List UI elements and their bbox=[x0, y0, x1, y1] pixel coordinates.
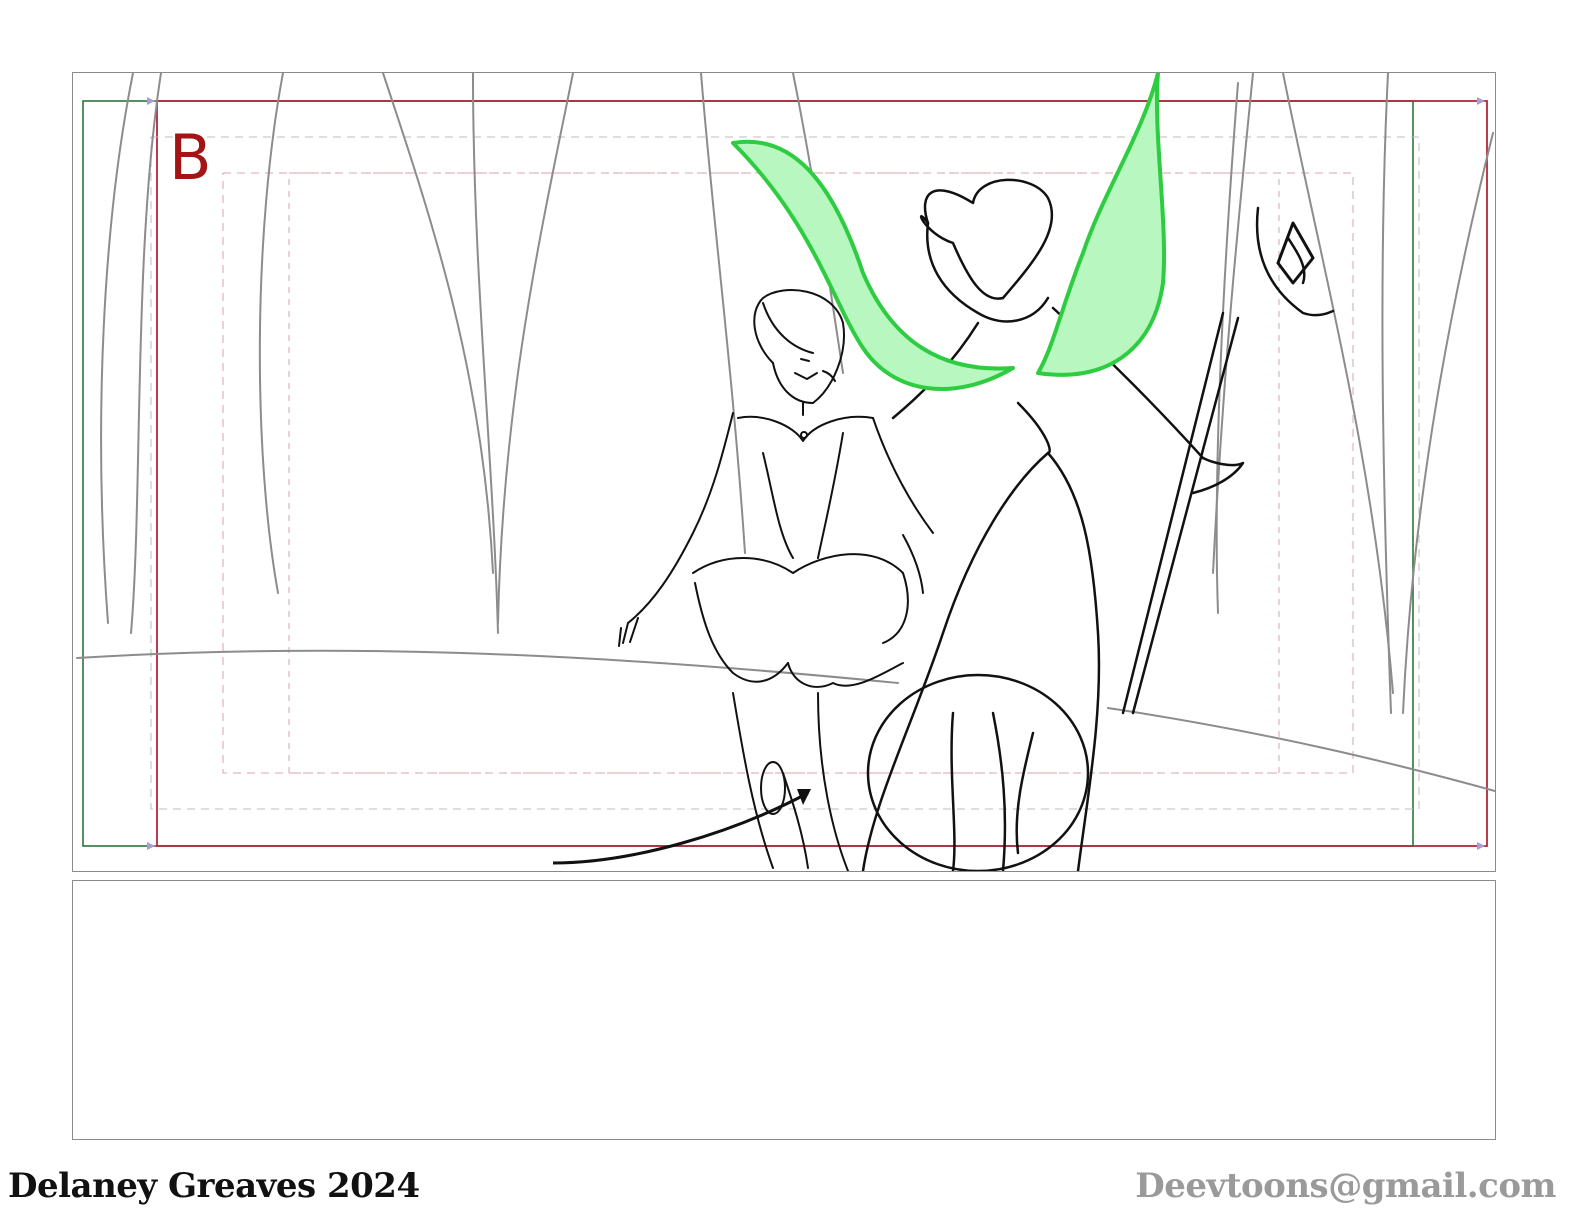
triangle-arrow-icon bbox=[147, 97, 155, 105]
artist-credit: Delaney Greaves 2024 bbox=[8, 1166, 420, 1206]
panel-label: B bbox=[169, 121, 212, 194]
triangle-arrow-icon bbox=[1477, 842, 1485, 850]
panel-drawing bbox=[76, 73, 1495, 871]
green-wings bbox=[731, 73, 1167, 391]
triangle-arrow-icon bbox=[147, 842, 155, 850]
dashed-guide-outer bbox=[150, 136, 1420, 810]
motion-arrow bbox=[552, 791, 809, 865]
action-safe-guide bbox=[82, 100, 1414, 847]
triangle-arrow-icon bbox=[1477, 97, 1485, 105]
contact-email: Deevtoons@gmail.com bbox=[1135, 1166, 1556, 1206]
storyboard-panel-frame: B bbox=[72, 72, 1496, 872]
panel-notes-box[interactable] bbox=[72, 880, 1496, 1140]
